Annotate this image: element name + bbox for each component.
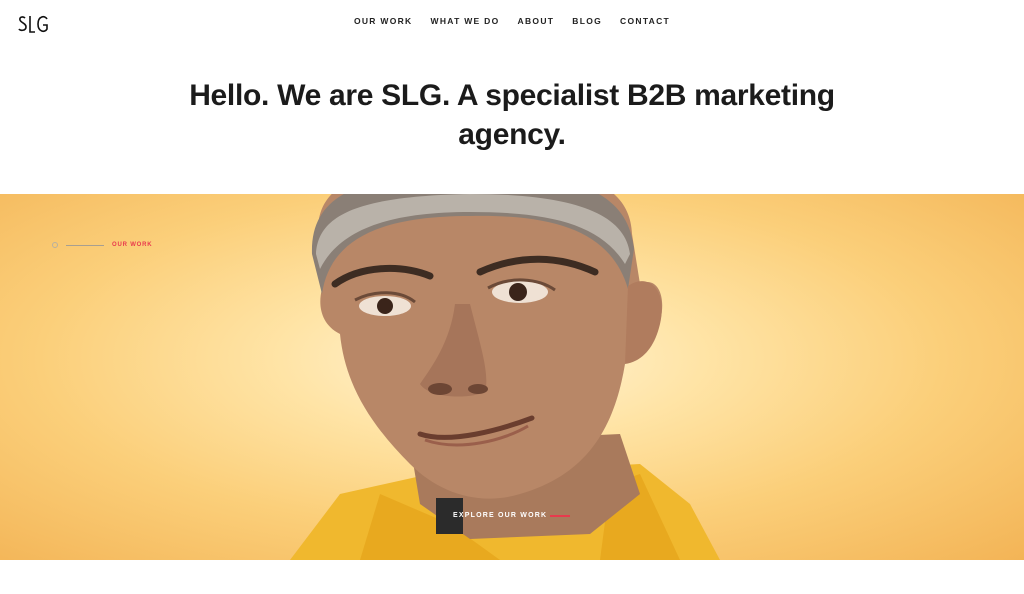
section-indicator: OUR WORK <box>52 240 152 250</box>
nav-contact[interactable]: CONTACT <box>620 16 670 26</box>
hero-banner: OUR WORK EXPLORE OUR WORK <box>0 194 1024 560</box>
indicator-line <box>66 244 104 246</box>
site-header: OUR WORK WHAT WE DO ABOUT BLOG CONTACT <box>0 0 1024 44</box>
page-headline: Hello. We are SLG. A specialist B2B mark… <box>189 79 835 151</box>
nav-blog[interactable]: BLOG <box>572 16 602 26</box>
nav-what-we-do[interactable]: WHAT WE DO <box>431 16 500 26</box>
hero-portrait-image <box>290 194 720 560</box>
section-label: OUR WORK <box>112 242 153 248</box>
main-nav: OUR WORK WHAT WE DO ABOUT BLOG CONTACT <box>0 16 1024 26</box>
indicator-dot-icon <box>52 242 58 248</box>
cta-label: EXPLORE OUR WORK <box>453 512 548 519</box>
explore-our-work-button[interactable]: EXPLORE OUR WORK <box>436 498 570 534</box>
nav-our-work[interactable]: OUR WORK <box>354 16 413 26</box>
nav-about[interactable]: ABOUT <box>518 16 555 26</box>
cta-accent-line <box>550 515 570 517</box>
